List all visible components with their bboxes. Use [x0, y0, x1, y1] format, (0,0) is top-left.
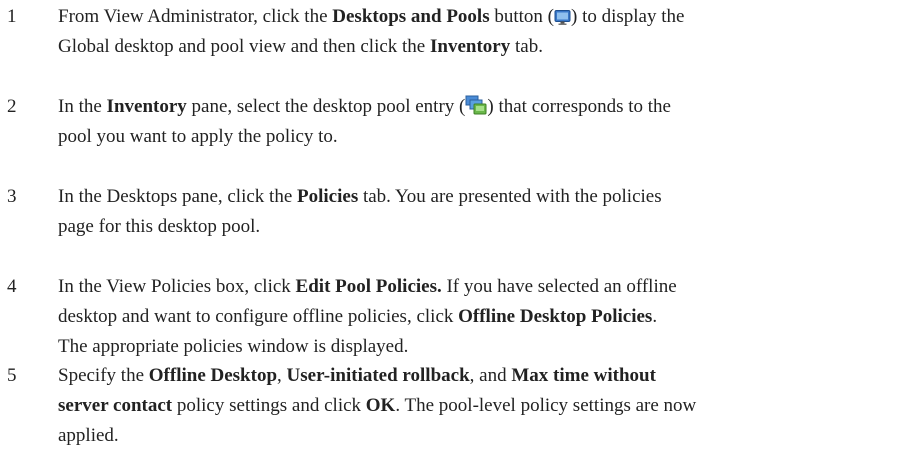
text-run: , [277, 365, 287, 386]
text-run: pane, select the desktop pool entry ( [186, 96, 466, 117]
ui-term-ok: OK [365, 395, 396, 416]
step-line: pool you want to apply the policy to. [58, 122, 917, 152]
ui-term-user-initiated-rollback: User-initiated rollback [286, 365, 470, 386]
text-run: Specify the [58, 365, 149, 386]
step-line: desktop and want to configure offline po… [58, 302, 917, 332]
text-run: tab. You are presented with the policies [358, 186, 662, 207]
monitor-icon [554, 6, 571, 36]
ui-term-policies: Policies [297, 186, 359, 207]
desktop-pool-icon [465, 95, 487, 126]
text-run: page for this desktop pool. [58, 216, 261, 237]
text-run: policy settings and click [172, 395, 366, 416]
step-line: applied. [58, 421, 917, 451]
step-text: In the View Policies box, click Edit Poo… [58, 272, 917, 362]
text-run: ) to display the [571, 6, 685, 27]
text-run: button ( [489, 6, 554, 27]
ui-term-edit-pool-policies: Edit Pool Policies. [295, 276, 442, 297]
step-number: 3 [7, 186, 17, 207]
text-run: desktop and want to configure offline po… [58, 306, 459, 327]
step-line: In the Desktops pane, click the Policies… [58, 182, 917, 212]
ui-term-inventory: Inventory [430, 36, 511, 57]
step-line: page for this desktop pool. [58, 212, 917, 242]
step-number: 2 [7, 96, 17, 117]
step-line: From View Administrator, click the Deskt… [58, 2, 917, 32]
text-run: In the [58, 96, 107, 117]
step-line: The appropriate policies window is displ… [58, 332, 917, 362]
step-line: In the Inventory pane, select the deskto… [58, 92, 917, 122]
step-line: In the View Policies box, click Edit Poo… [58, 272, 917, 302]
step-line: Global desktop and pool view and then cl… [58, 32, 917, 62]
text-run: tab. [510, 36, 543, 57]
text-run: Global desktop and pool view and then cl… [58, 36, 430, 57]
step-number: 1 [7, 6, 17, 27]
text-run: In the Desktops pane, click the [58, 186, 298, 207]
text-run: pool you want to apply the policy to. [58, 126, 338, 147]
ui-term-inventory: Inventory [106, 96, 187, 117]
ui-term-server-contact: server contact [58, 395, 173, 416]
ui-term-offline-desktop-policies: Offline Desktop Policies [458, 306, 653, 327]
text-run: applied. [58, 425, 119, 446]
text-run: If you have selected an offline [441, 276, 677, 297]
step-text: From View Administrator, click the Deskt… [58, 2, 917, 62]
ui-term-offline-desktop: Offline Desktop [148, 365, 278, 386]
text-run: . [652, 306, 658, 327]
step-text: Specify the Offline Desktop, User-initia… [58, 361, 917, 451]
text-run: . The pool-level policy settings are now [395, 395, 697, 416]
text-run: ) that corresponds to the [487, 96, 671, 117]
step-line: server contact policy settings and click… [58, 391, 917, 421]
step-number: 5 [7, 365, 17, 386]
text-run: In the View Policies box, click [58, 276, 296, 297]
step-line: Specify the Offline Desktop, User-initia… [58, 361, 917, 391]
step-text: In the Inventory pane, select the deskto… [58, 92, 917, 152]
step-number: 4 [7, 276, 17, 297]
ui-term-max-time: Max time without [511, 365, 656, 386]
step-text: In the Desktops pane, click the Policies… [58, 182, 917, 242]
text-run: The appropriate policies window is displ… [58, 336, 409, 357]
text-run: From View Administrator, click the [58, 6, 333, 27]
ui-term-desktops-and-pools: Desktops and Pools [332, 6, 490, 27]
text-run: , and [469, 365, 512, 386]
